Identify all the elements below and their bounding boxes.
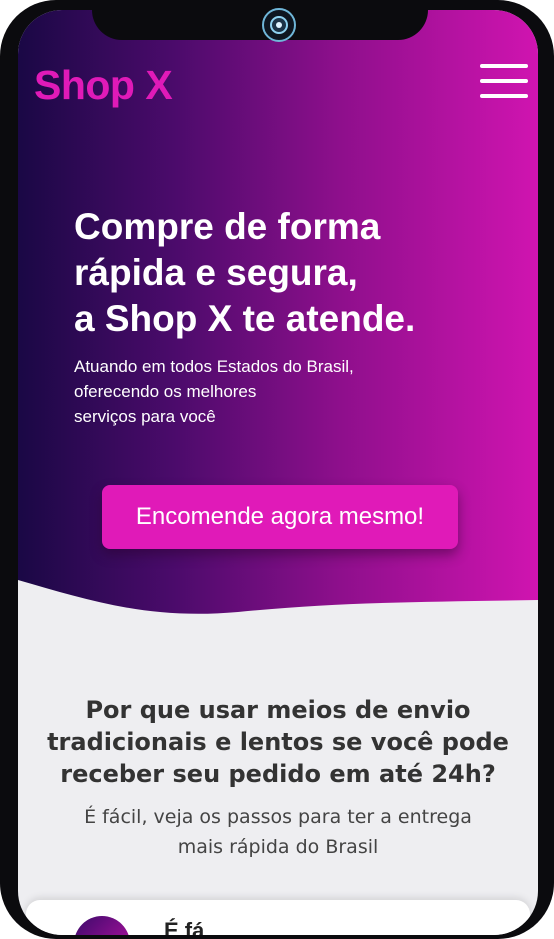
hero-subtext-line: oferecendo os melhores bbox=[74, 382, 257, 401]
section-subtitle-line: mais rápida do Brasil bbox=[177, 836, 379, 858]
front-camera-icon bbox=[262, 8, 296, 42]
order-now-button[interactable]: Encomende agora mesmo! bbox=[102, 485, 458, 549]
menu-bar bbox=[480, 79, 528, 83]
section-subtitle: É fácil, veja os passos para ter a entre… bbox=[38, 802, 518, 862]
hero-headline-line: a Shop X te atende. bbox=[74, 298, 416, 339]
menu-bar bbox=[480, 94, 528, 98]
section-title-line: receber seu pedido em até 24h? bbox=[60, 760, 496, 788]
step-card[interactable]: É fá bbox=[26, 900, 530, 935]
section-title: Por que usar meios de envio tradicionais… bbox=[28, 694, 528, 790]
hamburger-menu-icon[interactable] bbox=[480, 64, 528, 98]
phone-frame: Shop X Compre de forma rápida e segura, … bbox=[0, 0, 554, 939]
hero-headline: Compre de forma rápida e segura, a Shop … bbox=[74, 204, 514, 342]
section-title-line: tradicionais e lentos se você pode bbox=[47, 728, 509, 756]
hero-headline-line: Compre de forma bbox=[74, 206, 381, 247]
section-title-line: Por que usar meios de envio bbox=[85, 696, 471, 724]
hero-wave-divider bbox=[18, 580, 538, 640]
step-icon bbox=[74, 916, 130, 935]
shop-logo[interactable]: Shop X bbox=[34, 62, 173, 109]
phone-notch bbox=[92, 0, 428, 40]
hero-section: Shop X Compre de forma rápida e segura, … bbox=[18, 10, 538, 640]
hero-subtext-line: Atuando em todos Estados do Brasil, bbox=[74, 357, 354, 376]
section-subtitle-line: É fácil, veja os passos para ter a entre… bbox=[84, 806, 472, 828]
hero-headline-line: rápida e segura, bbox=[74, 252, 358, 293]
hero-subtext-line: serviços para você bbox=[74, 407, 216, 426]
step-card-title: É fá bbox=[164, 918, 205, 935]
screen: Shop X Compre de forma rápida e segura, … bbox=[18, 10, 538, 935]
hero-subtext: Atuando em todos Estados do Brasil, ofer… bbox=[74, 354, 474, 429]
menu-bar bbox=[480, 64, 528, 68]
